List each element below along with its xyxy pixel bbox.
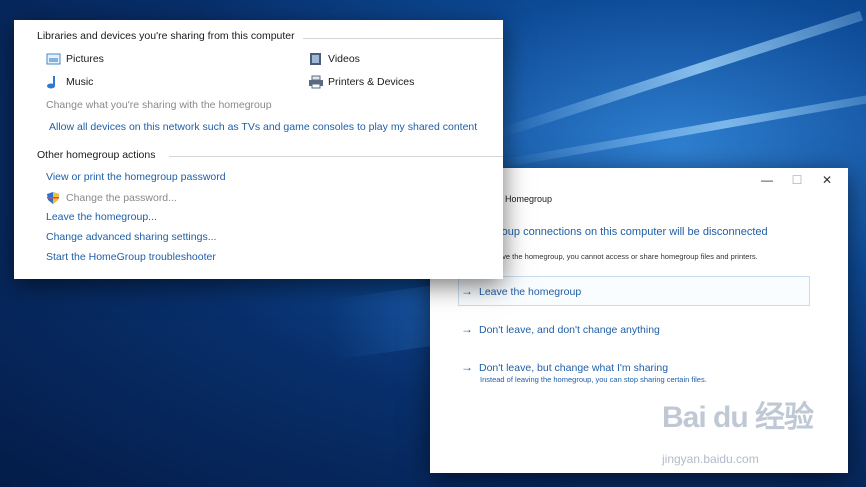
option-label: Don't leave, but change what I'm sharing <box>479 362 669 374</box>
pictures-icon <box>46 52 62 66</box>
section-divider <box>303 38 503 39</box>
leave-homegroup-link[interactable]: Leave the homegroup... <box>46 211 157 223</box>
shield-icon <box>46 191 60 205</box>
watermark-url: jingyan.baidu.com <box>662 452 759 466</box>
library-item-music: Music <box>46 75 93 89</box>
arrow-right-icon: → <box>461 360 473 374</box>
libraries-heading: Libraries and devices you're sharing fro… <box>37 30 295 42</box>
advanced-sharing-link[interactable]: Change advanced sharing settings... <box>46 231 216 243</box>
dialog-heading: roup connections on this computer will b… <box>498 226 768 238</box>
arrow-right-icon: → <box>461 284 473 298</box>
section-divider <box>169 156 503 157</box>
homegroup-settings-panel: Libraries and devices you're sharing fro… <box>14 20 503 279</box>
library-item-printers: Printers & Devices <box>308 75 414 89</box>
arrow-right-icon: → <box>461 322 473 336</box>
view-password-link[interactable]: View or print the homegroup password <box>46 171 226 183</box>
baidu-watermark: Bai du 经验 <box>662 401 814 434</box>
light-ray <box>499 94 866 168</box>
dialog-description: ave the homegroup, you cannot access or … <box>498 252 758 261</box>
other-actions-heading: Other homegroup actions <box>37 149 156 161</box>
library-item-pictures: Pictures <box>46 52 104 66</box>
item-label: Printers & Devices <box>328 76 415 88</box>
leave-homegroup-option[interactable]: → Leave the homegroup <box>458 276 810 306</box>
allow-devices-link[interactable]: Allow all devices on this network such a… <box>49 121 477 133</box>
troubleshooter-link[interactable]: Start the HomeGroup troubleshooter <box>46 251 216 263</box>
item-label: Pictures <box>66 53 104 65</box>
light-ray <box>498 10 863 138</box>
change-password-label: Change the password... <box>66 192 177 204</box>
music-icon <box>46 75 62 89</box>
videos-icon <box>308 52 324 66</box>
item-label: Videos <box>328 53 360 65</box>
item-label: Music <box>66 76 94 88</box>
change-password-link[interactable]: Change the password... <box>46 191 177 205</box>
minimize-button[interactable]: — <box>752 171 782 189</box>
maximize-button[interactable]: ☐ <box>782 171 812 189</box>
option-label: Don't leave, and don't change anything <box>479 324 660 336</box>
option-label: Leave the homegroup <box>479 286 582 298</box>
dont-leave-option[interactable]: → Don't leave, and don't change anything <box>458 322 813 336</box>
printer-icon <box>308 75 324 89</box>
change-sharing-link[interactable]: Change what you're sharing with the home… <box>46 99 272 111</box>
library-item-videos: Videos <box>308 52 360 66</box>
option-sublabel: Instead of leaving the homegroup, you ca… <box>480 375 707 384</box>
change-sharing-option[interactable]: → Don't leave, but change what I'm sharin… <box>458 360 813 374</box>
dialog-title: Homegroup <box>505 194 553 204</box>
close-button[interactable]: ✕ <box>812 171 842 189</box>
